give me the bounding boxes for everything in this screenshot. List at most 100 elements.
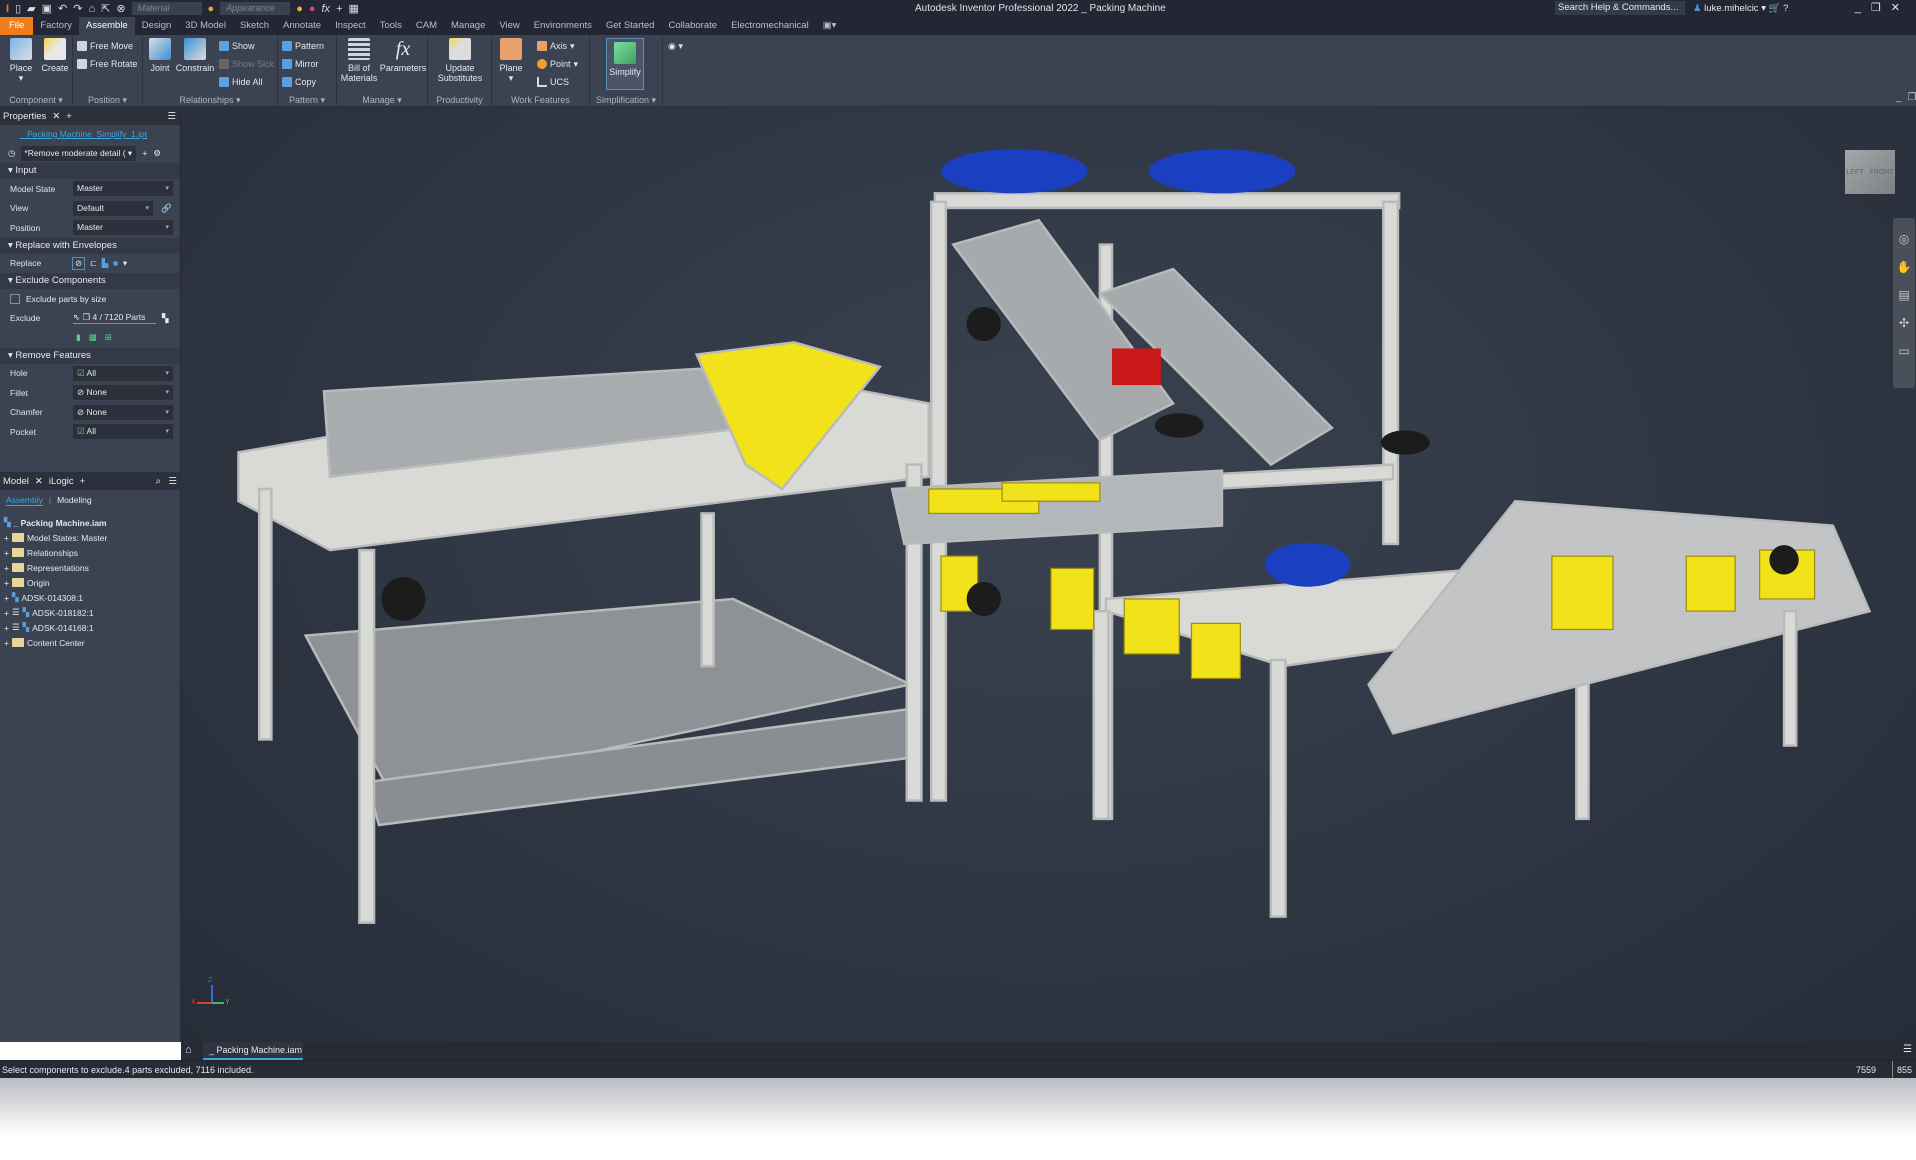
document-tab[interactable]: _ Packing Machine.iam ✕ [203,1042,303,1072]
group-label-pattern[interactable]: Pattern ▾ [278,93,336,107]
look-at-icon[interactable]: ▭ [1898,344,1909,358]
replace-blocks-icon[interactable]: ▙ [102,258,109,269]
new-icon[interactable]: ▯ [15,2,21,15]
fillet-dropdown[interactable]: ⊘ None [73,385,173,401]
clear-icon[interactable]: ● [309,3,316,15]
save-icon[interactable]: ▣ [42,2,52,15]
select-by-size-icon[interactable]: ▩ [89,332,97,343]
add-panel-icon[interactable]: + [66,111,72,122]
close-icon[interactable]: ✕ [1891,2,1910,14]
preset-dropdown[interactable]: *Remove moderate detail ( ▾ [21,145,137,161]
adjust-icon[interactable]: ● [296,3,303,15]
restore-icon[interactable]: ❐ [1871,2,1891,14]
browser-menu-icon[interactable]: ☰ [168,476,177,487]
search-icon[interactable]: ⌕ [156,476,161,487]
show-sick-button[interactable]: Show Sick [219,57,274,71]
tab-annotate[interactable]: Annotate [276,17,328,35]
home-icon[interactable]: ⌂ [88,3,95,15]
tabs-menu-icon[interactable]: ☰ [1903,1044,1912,1055]
simplify-button[interactable]: Simplify [606,38,644,90]
group-label-simplification[interactable]: Simplification ▾ [590,93,662,107]
orbit-icon[interactable]: ✣ [1899,316,1909,330]
bill-of-materials-button[interactable]: Bill of Materials [339,38,379,83]
update-substitutes-button[interactable]: Update Substitutes [430,38,490,83]
cart-icon[interactable]: 🛒 [1769,3,1781,14]
copy-button[interactable]: Copy [282,75,316,89]
section-exclude-components[interactable]: ▾ Exclude Components [0,273,180,289]
home-tab-icon[interactable]: ⌂ [185,1044,192,1056]
tab-tools[interactable]: Tools [373,17,409,35]
chamfer-dropdown[interactable]: ⊘ None [73,404,173,420]
place-button[interactable]: Place ▾ [4,38,38,83]
mirror-button[interactable]: Mirror [282,57,319,71]
parameters-button[interactable]: fx Parameters [379,38,427,73]
steering-wheel-icon[interactable]: ◎ [1899,232,1909,246]
tree-item[interactable]: + ☰ ▚ ADSK-018182:1 [0,605,181,620]
group-label-relationships[interactable]: Relationships ▾ [143,93,277,107]
tab-view[interactable]: View [492,17,526,35]
replace-cube-icon[interactable]: ■ [113,258,118,268]
settings-gear-icon[interactable]: ⚙ [153,148,161,159]
add-tab-icon[interactable]: + [80,476,86,487]
select-icon[interactable]: ⇱ [101,2,110,15]
constrain-button[interactable]: Constrain [175,38,215,73]
undo-icon[interactable]: ↶ [58,2,67,15]
user-account[interactable]: ♟ luke.mihelcic ▾ 🛒 ? [1693,3,1788,14]
replace-none-icon[interactable]: ⊘ [72,256,86,270]
plane-button[interactable]: Plane ▾ [494,38,528,83]
tab-3d-model[interactable]: 3D Model [178,17,233,35]
ribbon-extra-dropdown[interactable]: ◉ ▾ [668,39,683,53]
tab-cam[interactable]: CAM [409,17,444,35]
tree-item[interactable]: + Content Center [0,635,181,650]
measure-icon[interactable]: ▦ [349,2,359,15]
group-label-manage[interactable]: Manage ▾ [337,93,427,107]
tab-environments[interactable]: Environments [527,17,599,35]
tab-factory[interactable]: Factory [33,17,79,35]
window-controls[interactable]: _❐✕ [1855,1,1910,14]
3d-viewport[interactable]: LEFTFRONT _❐✕ ◎ ✋ ▤ ✣ ▭ Z X Y [181,92,1916,1042]
create-button[interactable]: Create [38,38,72,73]
tab-file[interactable]: File [0,17,34,35]
section-remove-features[interactable]: ▾ Remove Features [0,347,180,364]
tab-electromechanical[interactable]: Electromechanical [724,17,816,35]
tree-item[interactable]: + ☰ ▚ ADSK-014168:1 [0,620,181,635]
tab-ilogic[interactable]: iLogic [49,476,74,487]
tab-collaborate[interactable]: Collaborate [661,17,724,35]
panel-menu-icon[interactable]: ☰ [167,111,176,122]
pan-hand-icon[interactable]: ✋ [1897,260,1912,274]
exclude-selector[interactable]: ⇖ ❐ 4 / 7120 Parts [73,312,156,325]
ucs-button[interactable]: UCS [537,75,569,89]
select-parts-icon[interactable]: ▮ [76,332,81,343]
assembly-select-icon[interactable]: ▚ [162,313,169,324]
help-icon[interactable]: ? [1783,3,1788,14]
show-button[interactable]: Show [219,39,255,53]
close-properties-icon[interactable]: ✕ [52,111,60,122]
close-model-icon[interactable]: ✕ [35,476,43,487]
zoom-icon[interactable]: ▤ [1898,288,1909,302]
viewcube[interactable]: LEFT FRONT [1845,150,1895,194]
select-all-icon[interactable]: ⊞ [105,332,112,343]
group-label-position[interactable]: Position ▾ [73,93,142,107]
link-icon[interactable]: 🔗 [161,203,172,214]
viewport-window-controls[interactable]: _❐✕ [1896,92,1916,103]
tree-item[interactable]: + Model States: Master [0,530,181,545]
ribbon-options-icon[interactable]: ▣▾ [816,17,844,35]
tab-assemble[interactable]: Assemble [79,17,135,35]
file-link[interactable]: _ Packing Machine_Simplify_1.ipt [0,125,180,143]
tab-get-started[interactable]: Get Started [599,17,662,35]
appearance-dropdown[interactable]: Appearance [220,2,291,15]
appearance-icon[interactable]: ● [208,3,215,15]
tab-model[interactable]: Model [3,476,29,487]
replace-bounding-icon[interactable]: ⊏ [90,258,97,269]
tree-item[interactable]: + Origin [0,575,181,590]
model-state-dropdown[interactable]: Master [73,181,173,197]
subtab-modeling[interactable]: Modeling [57,495,92,506]
hide-all-button[interactable]: Hide All [219,75,263,89]
material-dropdown[interactable]: Material [131,2,202,15]
tree-item[interactable]: + Relationships [0,545,181,560]
tab-properties[interactable]: Properties [3,111,46,122]
material-icon[interactable]: ⊗ [116,2,125,15]
tab-design[interactable]: Design [135,17,179,35]
axis-button[interactable]: Axis ▾ [537,39,575,53]
add-preset-icon[interactable]: + [142,148,147,158]
